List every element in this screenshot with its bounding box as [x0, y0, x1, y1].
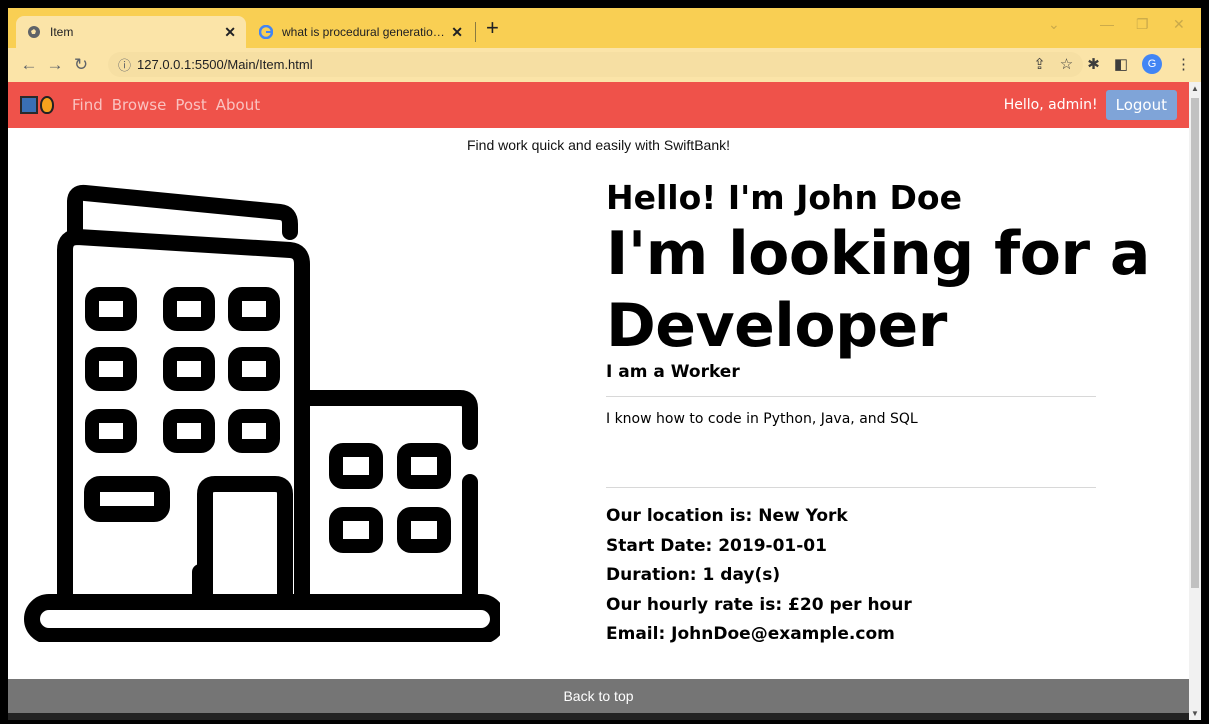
page-scrollbar[interactable]: ▲ ▼	[1189, 82, 1201, 720]
listing-email: Email: JohnDoe@example.com	[606, 624, 895, 644]
divider	[606, 487, 1096, 488]
close-icon[interactable]: ✕	[224, 24, 236, 41]
listing-type: I am a Worker	[606, 362, 740, 382]
tab-title: what is procedural generation - G	[282, 25, 446, 39]
nav-about[interactable]: About	[216, 96, 260, 114]
browser-window: Item ✕ what is procedural generation - G…	[8, 8, 1201, 720]
back-to-top-link[interactable]: Back to top	[8, 679, 1189, 713]
side-panel-icon[interactable]: ◧	[1114, 55, 1128, 73]
tab-bar: Item ✕ what is procedural generation - G…	[8, 8, 1201, 48]
toolbar-icons: ⇪ ☆ ✱ ◧ G ⋮	[1033, 54, 1191, 74]
browser-toolbar: ← → ↻ ⓘ 127.0.0.1:5500/Main/Item.html ⇪ …	[8, 48, 1201, 82]
user-area: Hello, admin! Logout	[1004, 90, 1177, 120]
logout-button[interactable]: Logout	[1105, 90, 1177, 120]
chevron-down-icon[interactable]: ⌄	[1048, 16, 1060, 33]
listing-facts: Our location is: New York Start Date: 20…	[606, 502, 1186, 650]
scroll-down-icon[interactable]: ▼	[1189, 709, 1201, 718]
listing-role-line2: Developer	[606, 291, 947, 361]
tab-google[interactable]: what is procedural generation - G ✕	[248, 16, 473, 48]
tab-item[interactable]: Item ✕	[16, 16, 246, 48]
nav-post[interactable]: Post	[175, 96, 206, 114]
new-tab-icon[interactable]: +	[486, 17, 499, 39]
listing-rate: Our hourly rate is: £20 per hour	[606, 594, 912, 615]
listing-location: Our location is: New York	[606, 506, 848, 526]
building-icon	[20, 96, 38, 114]
scroll-up-icon[interactable]: ▲	[1189, 84, 1201, 93]
menu-icon[interactable]: ⋮	[1176, 55, 1191, 73]
page-tagline: Find work quick and easily with SwiftBan…	[467, 137, 730, 153]
star-icon[interactable]: ☆	[1060, 55, 1073, 73]
back-icon[interactable]: ←	[16, 55, 42, 75]
listing-role-line1: I'm looking for a	[606, 219, 1150, 289]
page-viewport: Find Browse Post About Hello, admin! Log…	[8, 82, 1189, 720]
listing-description: I know how to code in Python, Java, and …	[606, 411, 918, 427]
listing-greeting: Hello! I'm John Doe	[606, 178, 962, 217]
nav-links: Find Browse Post About	[72, 96, 260, 114]
user-greeting: Hello, admin!	[1003, 97, 1098, 113]
site-logo[interactable]	[20, 96, 54, 114]
close-icon[interactable]: ✕	[451, 24, 463, 41]
minimize-icon[interactable]: —	[1100, 16, 1114, 32]
address-bar[interactable]: ⓘ 127.0.0.1:5500/Main/Item.html	[108, 52, 1083, 77]
reload-icon[interactable]: ↻	[68, 55, 94, 75]
extensions-icon[interactable]: ✱	[1087, 55, 1100, 73]
site-navbar: Find Browse Post About Hello, admin! Log…	[8, 82, 1189, 128]
scroll-thumb[interactable]	[1191, 98, 1199, 588]
globe-icon	[26, 24, 42, 40]
share-icon[interactable]: ⇪	[1033, 55, 1046, 73]
fire-icon	[40, 96, 54, 114]
tab-title: Item	[50, 25, 74, 39]
restore-icon[interactable]: ❐	[1136, 16, 1149, 33]
listing-details: Hello! I'm John Doe I'm looking for a De…	[606, 178, 1186, 650]
google-icon	[258, 24, 274, 40]
profile-avatar[interactable]: G	[1142, 54, 1162, 74]
footer-bar	[8, 713, 1189, 720]
nav-find[interactable]: Find	[72, 96, 103, 114]
tab-divider	[475, 22, 476, 42]
close-window-icon[interactable]: ✕	[1173, 16, 1185, 33]
listing-duration: Duration: 1 day(s)	[606, 565, 781, 585]
building-illustration	[24, 184, 500, 642]
nav-browse[interactable]: Browse	[112, 96, 167, 114]
listing-start-date: Start Date: 2019-01-01	[606, 535, 827, 556]
info-icon[interactable]: ⓘ	[118, 55, 131, 74]
forward-icon[interactable]: →	[42, 55, 68, 75]
url-text: 127.0.0.1:5500/Main/Item.html	[137, 57, 313, 72]
divider	[606, 396, 1096, 397]
